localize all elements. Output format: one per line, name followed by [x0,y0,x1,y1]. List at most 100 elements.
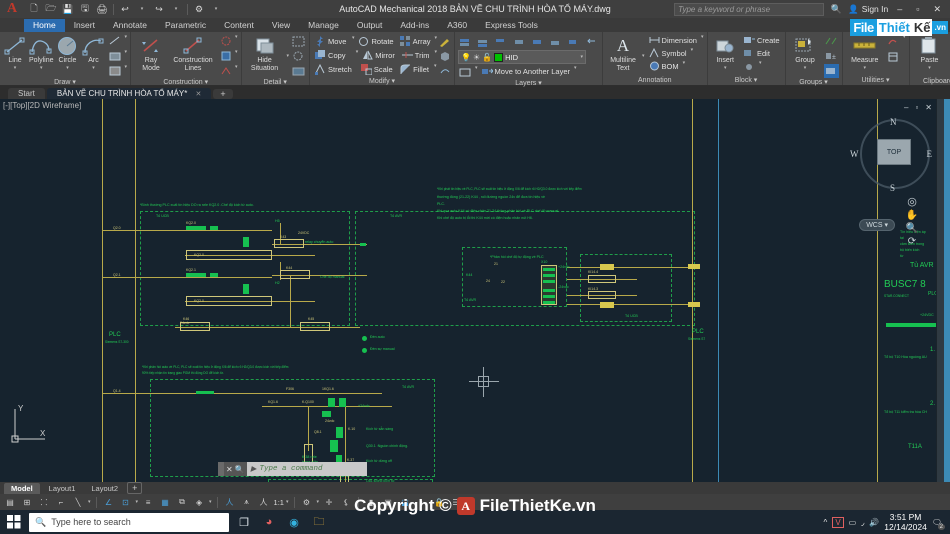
ungroup-icon[interactable] [824,34,839,48]
move-to-layer-dropdown-icon[interactable]: ▾ [574,65,577,71]
command-close-icon[interactable]: ✕ [226,465,233,474]
maximize-button[interactable]: ▫ [911,4,924,14]
tab-view[interactable]: View [263,19,299,32]
selection-cycling-icon[interactable]: ⧉ [175,495,189,509]
layer-match-icon[interactable] [566,35,581,49]
tab-output[interactable]: Output [348,19,392,32]
arc-tool[interactable]: Arc ▾ [81,34,105,71]
array-dropdown-icon[interactable]: ▾ [435,35,438,41]
new-tab-button[interactable]: + [213,89,233,99]
panel-utilities-title[interactable]: Utilities ▾ [846,76,906,85]
annotation-visibility-icon[interactable]: 人 [223,495,237,509]
qat-dropdown-icon[interactable]: ▾ [208,2,224,17]
hardware-accel-icon[interactable]: ▮ [364,495,378,509]
detail-view-icon[interactable] [291,64,306,78]
units-icon[interactable]: ◐ [415,495,429,509]
mirror-tool[interactable]: Mirror [360,49,398,62]
create-block-tool[interactable]: Create [742,34,782,46]
transparency-icon[interactable]: ▦ [158,495,172,509]
panel-detail-title[interactable]: Detail ▾ [245,78,307,87]
task-view-icon[interactable]: ❐ [234,512,254,532]
object-snap-icon[interactable]: ∠ [102,495,116,509]
help-search-input[interactable]: Type a keyword or phrase [674,2,825,16]
drawing-canvas[interactable]: [-][Top][2D Wireframe] Y X TOP N E S W W… [0,99,950,482]
circle-tool[interactable]: Circle ▾ [56,34,80,71]
open-icon[interactable]: 🗁 [43,2,59,17]
calc-icon[interactable] [886,34,901,48]
polar-tracking-icon[interactable]: ╲ [71,495,85,509]
hatch-icon[interactable] [107,64,122,78]
tray-vlc-icon[interactable]: V [832,516,844,528]
dimension-dropdown-icon[interactable]: ▾ [701,34,704,40]
layer-properties-icon[interactable] [458,35,473,49]
autocad-a-icon[interactable]: A [0,0,24,18]
workspace-icon[interactable]: ⚙ [191,2,207,17]
fillet-dropdown-icon[interactable]: ▾ [434,63,437,69]
tab-parametric[interactable]: Parametric [156,19,215,32]
bom-tool[interactable]: BOM [647,60,681,72]
tab-a360[interactable]: A360 [438,19,476,32]
new-icon[interactable]: 🗋 [26,2,42,17]
panel-block-title[interactable]: Block ▾ [711,76,782,85]
symbol-tool[interactable]: Symbol [647,47,689,59]
diagonal-line-icon[interactable] [107,34,122,48]
symbol-dropdown-icon[interactable]: ▾ [691,47,694,53]
move-tool[interactable]: Move [313,35,350,48]
constr-rect-dropdown-icon[interactable]: ▾ [235,49,238,55]
move-dropdown-icon[interactable]: ▾ [352,35,355,41]
3d-modify-icon[interactable] [439,49,451,63]
file-explorer-icon[interactable]: 🗀 [309,512,329,532]
clean-screen-icon[interactable]: ⬓ [398,495,412,509]
view-cube-s-label[interactable]: S [890,183,895,193]
drawing-tab[interactable]: BẢN VẼ CHU TRÌNH HÒA TỔ MÁY* ✕ [46,88,212,99]
group-selection-icon[interactable] [823,64,839,78]
stretch-tool[interactable]: Stretch [313,63,357,76]
layer-dropdown-icon[interactable]: ▾ [581,54,584,60]
polyline-tool[interactable]: Polyline ▾ [29,34,54,71]
rotate-tool[interactable]: Rotate [356,35,395,48]
saveas-icon[interactable]: 🖫 [77,2,93,17]
edge-browser-icon[interactable]: ◉ [284,512,304,532]
fillet-tool[interactable]: Fillet [398,63,432,76]
layer-state-dropdown-icon[interactable]: ▾ [475,65,478,71]
hatch-dropdown-icon[interactable]: ▾ [124,64,127,70]
tray-show-hidden-icon[interactable]: ^ [824,518,828,527]
model-tab[interactable]: Model [4,482,40,494]
tray-volume-icon[interactable]: 🔊 [869,518,879,527]
copy-tool[interactable]: Copy [313,49,354,62]
layout2-tab[interactable]: Layout2 [84,483,125,494]
lineweight-icon[interactable]: ≡ [141,495,155,509]
osnap-dropdown-icon[interactable]: ▾ [136,499,139,505]
close-button[interactable]: ✕ [928,4,946,15]
tab-addins[interactable]: Add-ins [391,19,438,32]
explode-icon[interactable] [439,63,451,77]
layer-previous-icon[interactable] [584,35,599,49]
palette-minimize-button[interactable]: – [904,103,908,112]
line-tool[interactable]: Line ▾ [3,34,27,71]
insert-block-dropdown-icon[interactable]: ▾ [724,65,727,71]
redo-icon[interactable]: ↪ [151,2,167,17]
tab-content[interactable]: Content [215,19,263,32]
undo-dropdown-icon[interactable]: ▾ [134,2,150,17]
sign-in-button[interactable]: 👤 Sign In [848,4,888,15]
measure-dropdown-icon[interactable]: ▾ [863,65,866,71]
edit-block-tool[interactable]: Edit [742,47,782,59]
annotation-scale-value[interactable]: 1:1 ▾ [274,498,289,507]
wcs-dropdown[interactable]: WCS ▾ [859,219,895,231]
notification-center-icon[interactable]: 🗨 2 [932,518,945,530]
navigation-bar[interactable]: ◎ ✋ 🔍 ⟳ [902,195,922,247]
power-edit-icon[interactable] [439,35,451,49]
taskbar-search-input[interactable]: 🔍 Type here to search [29,512,229,532]
layer-isolate-icon[interactable] [476,35,491,49]
tab-insert[interactable]: Insert [65,19,104,32]
add-layout-button[interactable]: + [127,482,143,494]
hide-situation-tool[interactable]: Hide Situation [245,34,285,72]
block-misc-icon[interactable] [742,60,757,74]
orbit-icon[interactable]: ⟳ [908,236,916,247]
workspace-switch-icon[interactable]: ⚙ [300,495,314,509]
constr-rect-icon[interactable] [218,49,233,63]
graphics-perf-icon[interactable]: ▣ [381,495,395,509]
block-misc-dropdown-icon[interactable]: ▾ [759,60,762,66]
view-cube-w-label[interactable]: W [850,149,859,159]
start-tab[interactable]: Start [8,88,45,99]
